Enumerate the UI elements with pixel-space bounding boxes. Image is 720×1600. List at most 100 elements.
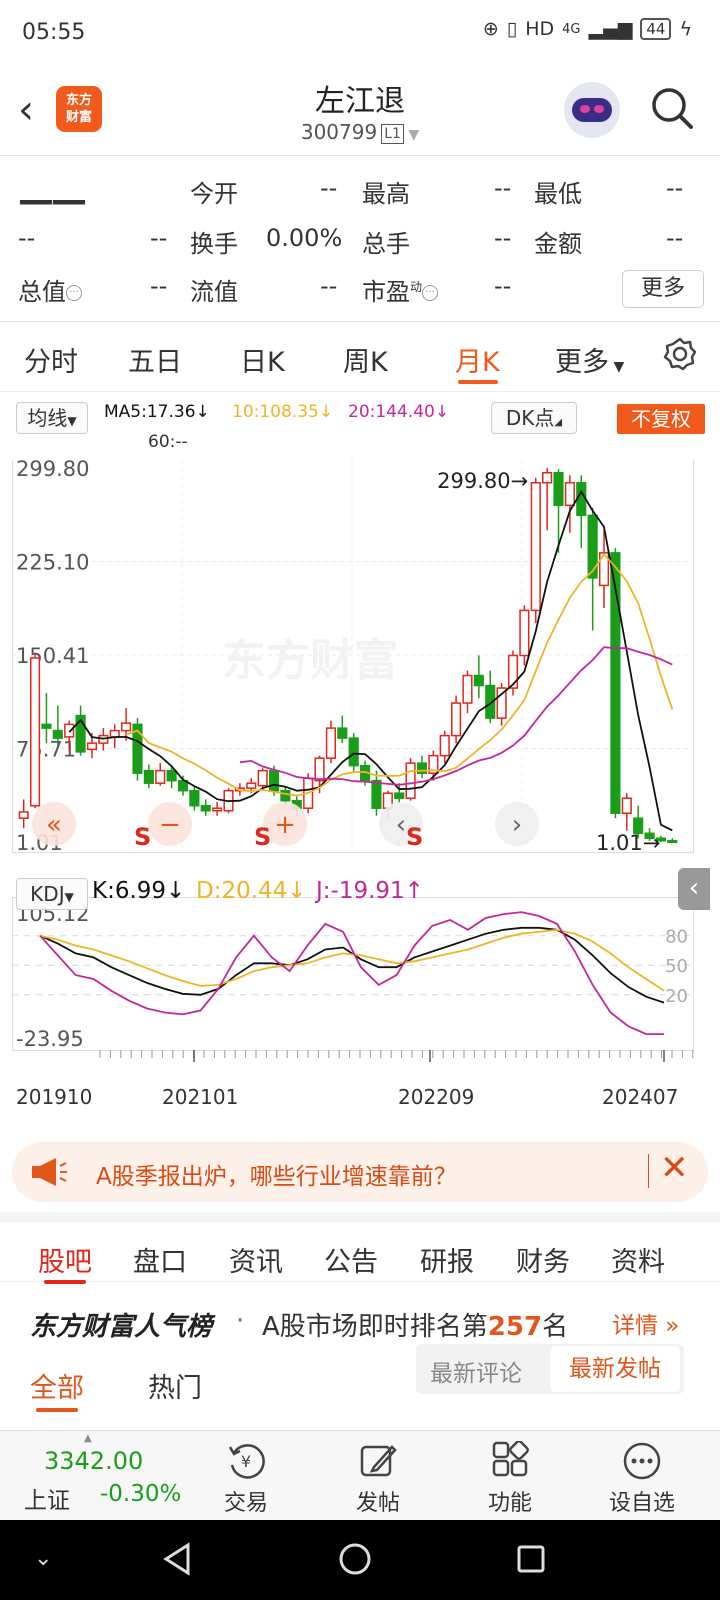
ma-selector[interactable]: 均线▼ [16,402,88,434]
recents-square-icon[interactable] [516,1544,546,1574]
tab-profile[interactable]: 资料 [611,1240,665,1279]
nav-functions[interactable]: 功能 [460,1437,560,1517]
candle-body [155,769,166,784]
tab-daily-k[interactable]: 日K [240,340,285,379]
candle-body [64,723,75,738]
kdj-d-value: D:20.44↓ [196,878,307,904]
candle-body [576,482,587,517]
low-value: -- [666,174,684,202]
signal-icon: ▂▄▆ [588,18,633,40]
candle-body [621,797,632,814]
candle-body [18,811,29,819]
rank-dot: · [236,1306,245,1336]
tab-five-day[interactable]: 五日 [128,340,182,379]
chevron-down-icon: ▼ [403,127,420,143]
settings-gear-icon[interactable] [662,336,698,372]
signal-label: 4G [562,21,581,37]
ma10-value: 10:108.35↓ [232,402,334,422]
ma-selector-label: 均线 [27,406,68,430]
edit-icon [360,1445,397,1477]
candle-body [564,482,575,507]
dk-selector[interactable]: DK点◢ [491,402,577,434]
pe-label[interactable]: 市盈动 ··· [362,272,439,307]
tab-finance[interactable]: 财务 [516,1240,570,1279]
promo-banner[interactable]: A股季报出炉，哪些行业增速靠前？ ✕ [12,1142,708,1202]
back-triangle-icon[interactable] [162,1542,192,1576]
collapse-panel-button[interactable]: ‹ [678,868,710,910]
robot-avatar[interactable] [564,82,620,138]
chevron-down-icon[interactable]: ⌄ [34,1546,52,1571]
y-axis-label: 299.80 [16,460,89,481]
candle-body [166,769,177,782]
x-axis-label: 201910 [16,1085,93,1109]
tab-weekly-k[interactable]: 周K [343,340,388,379]
candle-body [52,729,63,739]
rank-detail-label: 详情 [612,1313,658,1339]
battery-icon: 44 [640,18,672,40]
float-cap-label: 流值 [190,278,238,306]
nav-functions-label: 功能 [487,1491,532,1516]
last-price: —— [18,180,87,221]
robot-eye-right [594,105,604,113]
nav-add-favorite[interactable]: 设自选 [592,1437,692,1517]
index-name: 上证 [24,1488,70,1514]
level-badge: L1 [381,123,404,144]
tab-guba[interactable]: 股吧 [38,1240,92,1279]
tab-order-book[interactable]: 盘口 [133,1240,187,1279]
change-pct-value: -- [150,224,168,252]
bottom-navigation: ▲ 3342.00 上证 -0.30% ¥ 交易 发帖 功能 设自选 [0,1430,720,1520]
candle-body [280,789,291,802]
stock-header: ‹ 东方财富 左江退 300799 L1 ▼ [0,64,720,156]
candle-body [314,757,325,782]
market-cap-label[interactable]: 总值 ··· [18,272,82,307]
home-circle-icon[interactable] [338,1542,372,1576]
adjust-button[interactable]: 不复权 [617,404,705,434]
sort-latest-post[interactable]: 最新发帖 [550,1346,680,1392]
high-label: 最高 [362,180,410,208]
chart-control-icon: + [274,810,296,840]
amount-value: -- [666,224,684,252]
candle-body [257,769,268,787]
pe-label-text: 市盈 [362,278,410,306]
sell-marker: S [254,823,271,851]
x-axis-label: 202407 [602,1085,679,1109]
pe-sup: 动 [410,280,423,294]
tab-monthly-k[interactable]: 月K [455,340,500,379]
charging-icon: ϟ [679,18,692,40]
search-icon[interactable] [650,86,694,130]
nav-trade[interactable]: ¥ 交易 [196,1437,296,1517]
low-annotation: 1.01→ [596,831,660,855]
sort-latest-comment[interactable]: 最新评论 [430,1354,522,1388]
tab-news[interactable]: 资讯 [229,1240,283,1279]
more-icon: ··· [422,285,439,301]
nav-post[interactable]: 发帖 [328,1437,428,1517]
y-axis-label: 150.41 [16,644,89,668]
candle-body [371,779,382,809]
rank-number: 257 [487,1312,543,1342]
candle-body [451,702,462,737]
candle-body [348,737,359,767]
kline-chart[interactable]: 299.80225.10150.4175.711.01东方财富299.80→1.… [12,460,708,1070]
tab-all[interactable]: 全部 [30,1366,84,1405]
nav-add-favorite-label: 设自选 [608,1491,675,1516]
banner-text: A股季报出炉，哪些行业增速靠前？ [96,1164,457,1190]
close-icon[interactable]: ✕ [660,1148,689,1188]
ma5-value: MA5:17.36↓ [104,402,210,422]
tab-announcements[interactable]: 公告 [324,1240,378,1279]
kdj-selector[interactable]: KDJ▼ [16,878,88,910]
candle-body [530,482,541,612]
tab-underline [458,380,498,384]
caret-down-icon: ▼ [64,890,74,904]
candle-body [667,840,678,844]
dk-selector-label: DK点 [505,406,555,430]
rank-detail-link[interactable]: 详情 » [612,1306,679,1340]
tab-more[interactable]: 更多 ▼ [555,340,624,379]
tab-hot[interactable]: 热门 [148,1366,202,1405]
candle-body [519,609,530,657]
tab-intraday[interactable]: 分时 [24,340,78,379]
turnover-value: 0.00% [266,224,343,252]
status-time: 05:55 [22,20,86,45]
tab-research[interactable]: 研报 [420,1240,474,1279]
ma20-value: 20:144.40↓ [348,402,450,422]
more-quote-button[interactable]: 更多 [622,270,704,308]
